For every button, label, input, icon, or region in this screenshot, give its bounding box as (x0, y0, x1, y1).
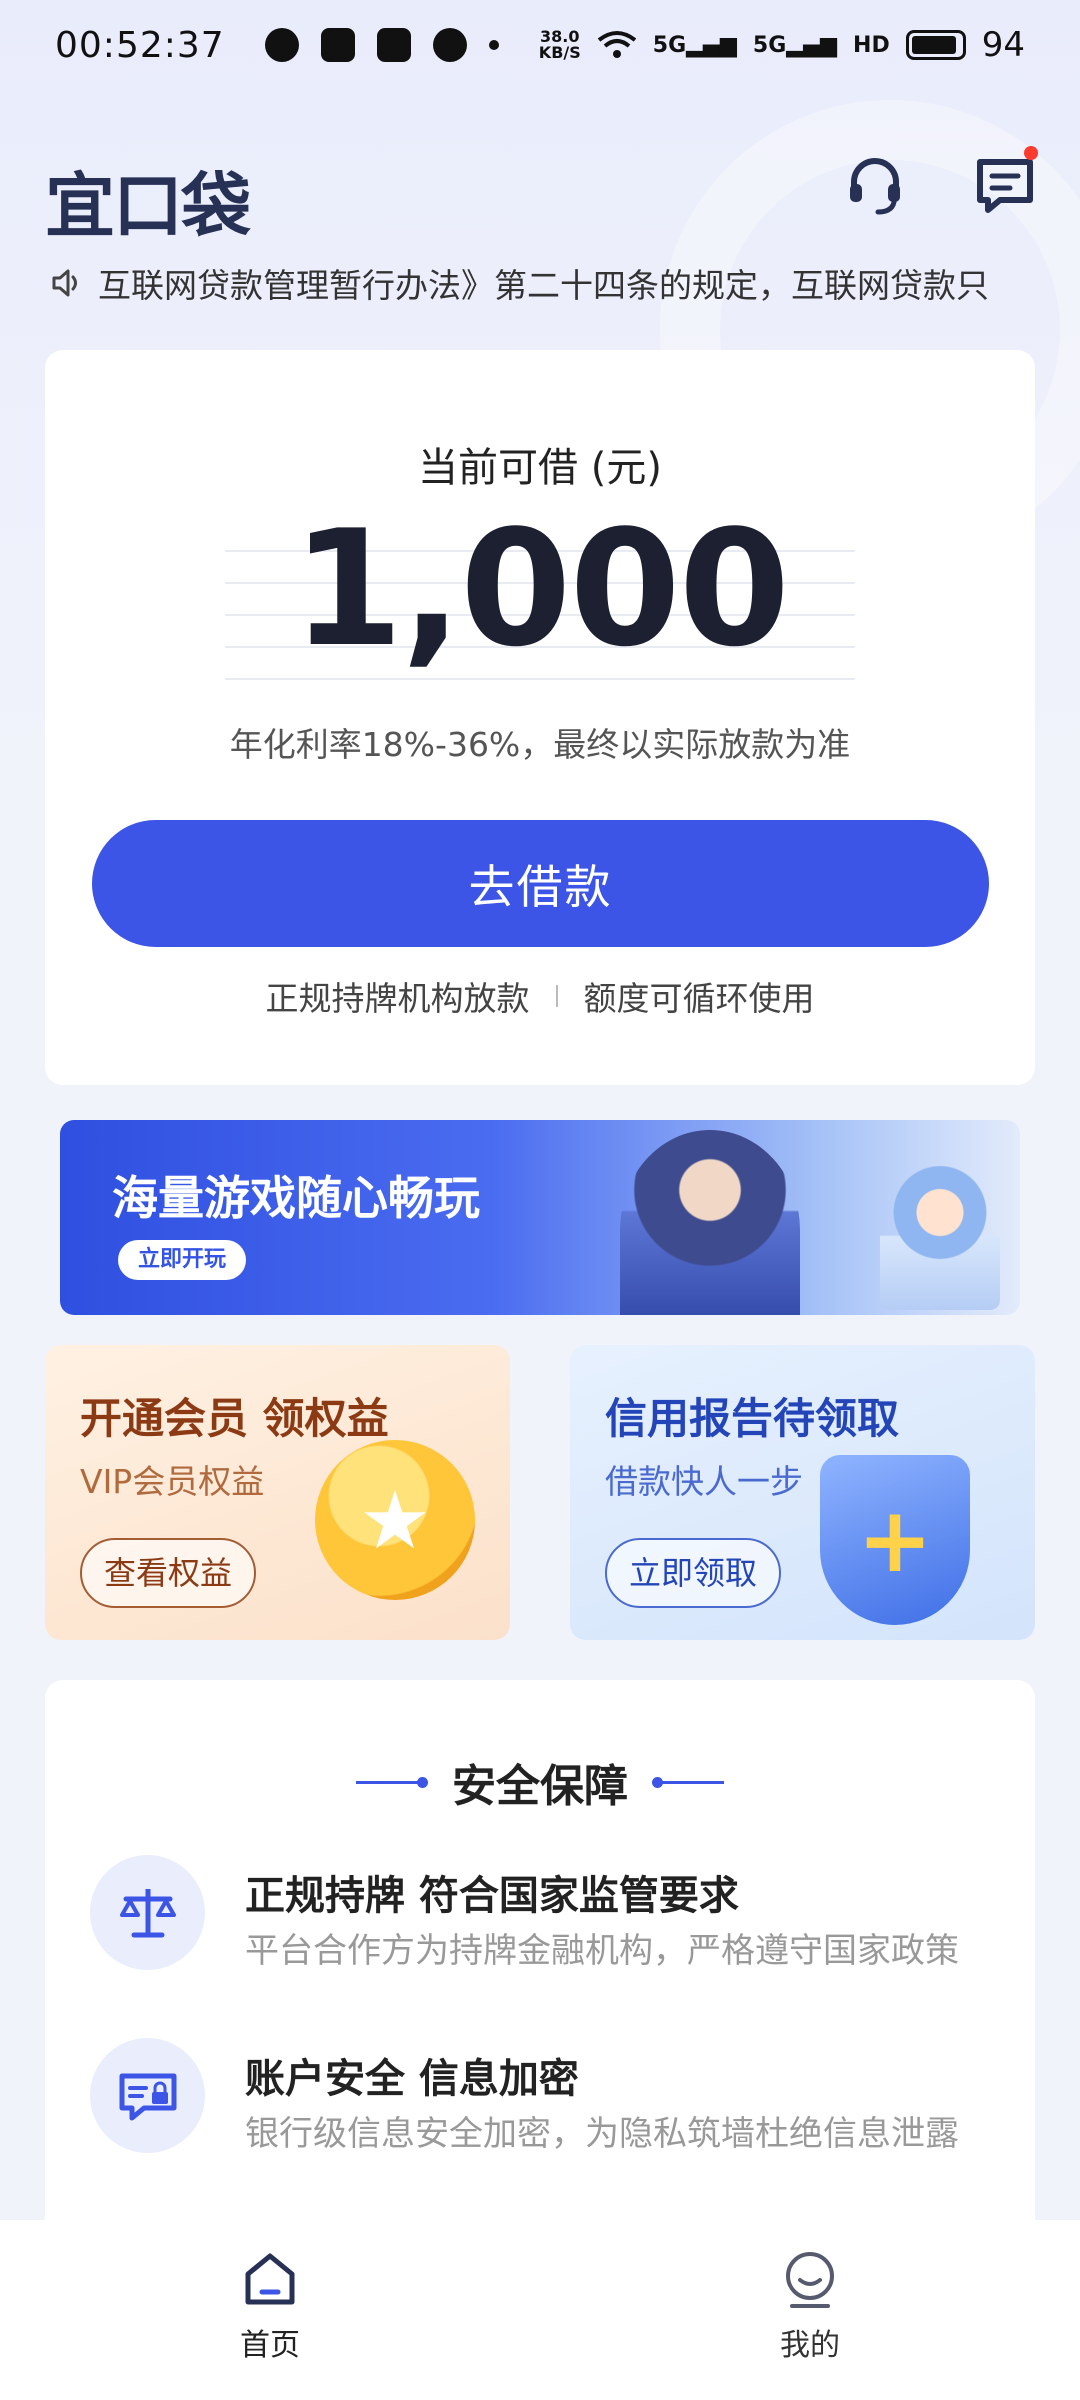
status-indicators: 38.0 KB/S 5G▂▄▆ 5G▂▄▆ HD 94 (539, 25, 1025, 65)
borrow-button[interactable]: 去借款 (92, 820, 989, 947)
heading-decoration-left (356, 1776, 428, 1788)
heading-decoration-right (652, 1776, 724, 1788)
battery-level: 94 (981, 25, 1025, 65)
security-item-desc: 银行级信息安全加密，为隐私筑墙杜绝信息泄露 (245, 2114, 959, 2154)
notice-text: 互联网贷款管理暂行办法》第二十四条的规定，互联网贷款只 (98, 266, 989, 305)
battery-icon (905, 30, 966, 60)
profile-icon (786, 2252, 834, 2308)
game-fairy-image (880, 1160, 1000, 1310)
feature-divider (555, 985, 558, 1007)
speaker-icon (52, 269, 77, 297)
nav-mine[interactable]: 我的 (540, 2220, 1080, 2400)
notification-icons (264, 28, 499, 62)
scale-icon (90, 1855, 205, 1970)
app-header: 宜口袋 (45, 140, 1038, 247)
signal-5g-2: 5G▂▄▆ (752, 32, 838, 58)
star-coin-icon: ★ (315, 1440, 475, 1600)
view-benefits-button[interactable]: 查看权益 (80, 1538, 257, 1608)
security-title: 安全保障 (452, 1761, 628, 1812)
security-item-desc: 平台合作方为持牌金融机构，严格遵守国家政策 (245, 1931, 959, 1971)
available-credit-label: 当前可借 (元) (418, 445, 662, 491)
security-item-licensed: 正规持牌 符合国家监管要求 平台合作方为持牌金融机构，严格遵守国家政策 (90, 1855, 1010, 1975)
headset-icon (850, 158, 900, 215)
status-time: 00:52:37 (55, 24, 225, 66)
network-speed: 38.0 KB/S (538, 27, 581, 62)
credit-report-card[interactable]: 信用报告待领取 借款快人一步 立即领取 + (570, 1345, 1035, 1640)
vip-promo-card[interactable]: 开通会员 领权益 VIP会员权益 查看权益 ★ (45, 1345, 510, 1640)
credit-title: 信用报告待领取 (605, 1394, 900, 1443)
app-notification-icon (376, 28, 411, 62)
nav-home-label: 首页 (240, 2328, 300, 2363)
feature-revolving: 额度可循环使用 (583, 979, 815, 1018)
shield-plus-icon: + (820, 1455, 970, 1625)
customer-service-button[interactable] (840, 150, 910, 220)
interest-rate-note: 年化利率18%-36%，最终以实际放款为准 (229, 725, 851, 764)
security-item-title: 账户安全 信息加密 (245, 2056, 579, 2102)
loan-card: 当前可借 (元) 1,000 年化利率18%-36%，最终以实际放款为准 去借款… (45, 350, 1035, 1085)
claim-report-button[interactable]: 立即领取 (605, 1538, 782, 1608)
security-card: 安全保障 正规持牌 符合国家监管要求 平台合作方为持牌金融机构，严格遵守国家政策 (45, 1680, 1035, 2260)
security-item-title: 正规持牌 符合国家监管要求 (245, 1873, 739, 1919)
secure-card-icon (90, 2038, 205, 2153)
wifi-icon (597, 31, 636, 58)
vip-title: 开通会员 领权益 (80, 1394, 389, 1443)
credit-subtitle: 借款快人一步 (605, 1462, 803, 1501)
nav-home[interactable]: 首页 (0, 2220, 540, 2400)
banner-title: 海量游戏随心畅玩 (112, 1171, 480, 1225)
unread-badge (1024, 146, 1038, 160)
qq-app-icon (320, 28, 355, 62)
chat-app-icon (264, 28, 299, 62)
feature-licensed: 正规持牌机构放款 (265, 979, 530, 1018)
status-bar: 00:52:37 38.0 KB/S 5G▂▄▆ 5G▂▄▆ HD 94 (0, 0, 1080, 90)
security-item-encryption: 账户安全 信息加密 银行级信息安全加密，为隐私筑墙杜绝信息泄露 (90, 2038, 1010, 2158)
baidu-app-icon (432, 28, 467, 62)
security-heading: 安全保障 (45, 1750, 1035, 1814)
nav-mine-label: 我的 (780, 2328, 840, 2363)
vip-subtitle: VIP会员权益 (80, 1462, 265, 1501)
app-logo: 宜口袋 (45, 165, 251, 247)
signal-5g-1: 5G▂▄▆ (652, 32, 737, 58)
banner-play-button[interactable]: 立即开玩 (118, 1240, 247, 1280)
messages-button[interactable] (970, 146, 1040, 220)
home-icon (245, 2253, 295, 2305)
more-notifications-icon (488, 40, 499, 50)
notice-bar[interactable]: 互联网贷款管理暂行办法》第二十四条的规定，互联网贷款只 (50, 258, 1030, 308)
bottom-navigation: 首页 我的 (0, 2220, 1080, 2400)
game-banner[interactable]: 海量游戏随心畅玩 立即开玩 (60, 1120, 1020, 1315)
message-icon (977, 159, 1033, 213)
hd-icon: HD (853, 32, 890, 58)
game-character-image (620, 1130, 800, 1315)
available-amount: 1,000 (291, 495, 790, 682)
loan-features: 正规持牌机构放款 额度可循环使用 (45, 972, 1035, 1020)
